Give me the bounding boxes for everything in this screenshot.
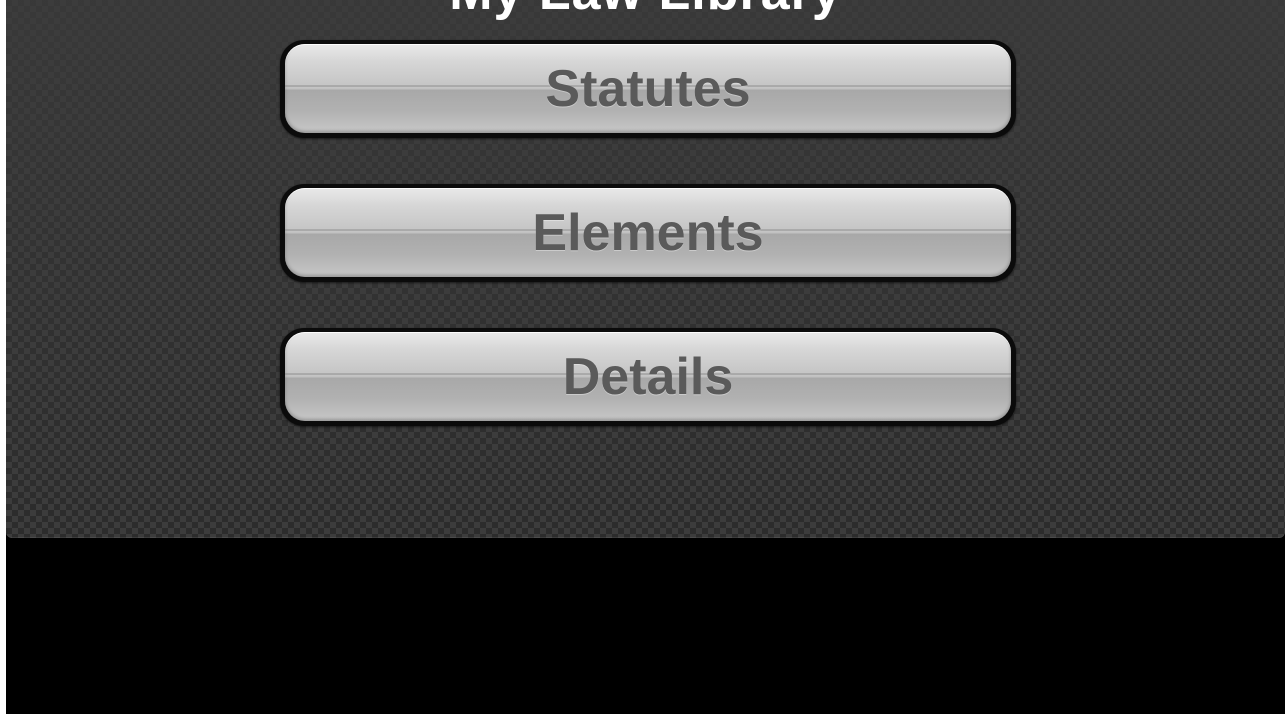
empty-bottom-area [6,538,1285,714]
carbon-fiber-background: My Law Library Statutes Elements Details [6,0,1285,538]
elements-button[interactable]: Elements [280,184,1016,282]
elements-button-label: Elements [532,204,764,262]
statutes-button-label: Statutes [545,60,751,118]
details-button-label: Details [562,348,734,406]
page-title: My Law Library [6,0,1285,22]
device-frame: My Law Library Statutes Elements Details [0,0,1285,714]
details-button[interactable]: Details [280,328,1016,426]
statutes-button[interactable]: Statutes [280,40,1016,138]
app-screen: My Law Library Statutes Elements Details [6,0,1285,714]
